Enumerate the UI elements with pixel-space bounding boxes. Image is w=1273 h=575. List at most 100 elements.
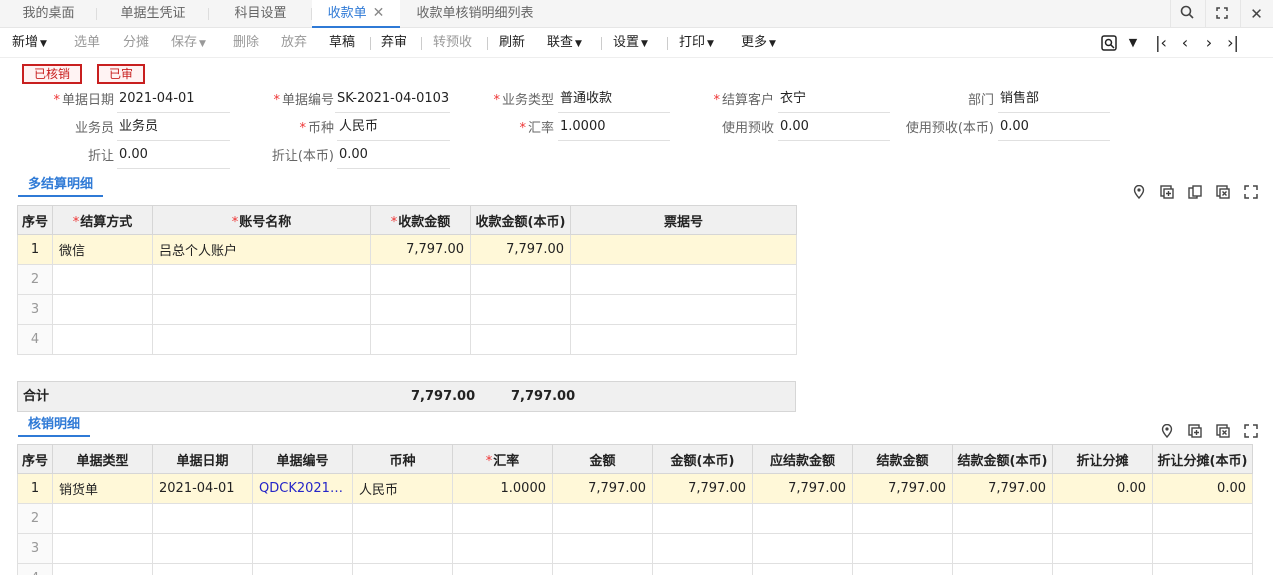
- table-row[interactable]: 4: [17, 324, 797, 355]
- close-icon[interactable]: ✕: [1240, 0, 1272, 28]
- column-header[interactable]: 金额(本币): [652, 444, 753, 474]
- cell[interactable]: [1152, 533, 1253, 564]
- cell-doc-no-link[interactable]: QDCK20210…: [252, 473, 353, 504]
- column-header[interactable]: 金额: [552, 444, 653, 474]
- tab-my-desktop[interactable]: 我的桌面: [0, 0, 97, 28]
- cell[interactable]: [952, 563, 1053, 575]
- cell[interactable]: [152, 533, 253, 564]
- cell[interactable]: [152, 503, 253, 534]
- tab-writeoff-detail[interactable]: 核销明细: [18, 415, 91, 437]
- cell[interactable]: [952, 503, 1053, 534]
- cell[interactable]: [552, 563, 653, 575]
- refresh-button[interactable]: 刷新: [499, 28, 525, 58]
- copy-row-icon[interactable]: [1186, 185, 1204, 203]
- column-header[interactable]: 票据号: [570, 205, 797, 235]
- cell-method[interactable]: [52, 264, 153, 295]
- cell-due[interactable]: 7,797.00: [752, 473, 853, 504]
- settings-button[interactable]: 设置 ▼: [613, 28, 648, 58]
- cell[interactable]: [352, 533, 453, 564]
- table-row[interactable]: 1 销货单 2021-04-01 QDCK20210… 人民币 1.0000 7…: [17, 473, 1253, 504]
- currency-field[interactable]: 人民币: [337, 116, 450, 141]
- cell[interactable]: [852, 563, 953, 575]
- print-button[interactable]: 打印 ▼: [679, 28, 714, 58]
- abandon-button[interactable]: 放弃: [281, 28, 307, 58]
- discount-local-field[interactable]: 0.00: [337, 144, 450, 169]
- dept-field[interactable]: 销售部: [998, 88, 1110, 113]
- cell[interactable]: [552, 503, 653, 534]
- cell[interactable]: [52, 503, 153, 534]
- location-icon[interactable]: [1158, 423, 1176, 442]
- rate-field[interactable]: 1.0000: [558, 116, 670, 141]
- cell-discount[interactable]: 0.00: [1052, 473, 1153, 504]
- cell-doc-type[interactable]: 销货单: [52, 473, 153, 504]
- cell[interactable]: [852, 533, 953, 564]
- cell-account[interactable]: [152, 264, 371, 295]
- cell-doc-date[interactable]: 2021-04-01: [152, 473, 253, 504]
- column-header[interactable]: 结款金额: [852, 444, 953, 474]
- maximize-icon[interactable]: [1205, 0, 1237, 28]
- draft-button[interactable]: 草稿: [329, 28, 355, 58]
- column-header[interactable]: 序号: [17, 444, 53, 474]
- cell[interactable]: [52, 563, 153, 575]
- save-button[interactable]: 保存 ▼: [171, 28, 206, 58]
- salesman-field[interactable]: 业务员: [117, 116, 230, 141]
- cell-amount[interactable]: 7,797.00: [370, 234, 471, 265]
- tab-account-settings[interactable]: 科目设置: [209, 0, 312, 28]
- more-button[interactable]: 更多 ▼: [741, 28, 776, 58]
- cell[interactable]: [1052, 563, 1153, 575]
- tab-receipt-writeoff-list[interactable]: 收款单核销明细列表: [400, 0, 550, 28]
- cell[interactable]: [752, 533, 853, 564]
- cell-method[interactable]: [52, 324, 153, 355]
- column-header[interactable]: 应结款金额: [752, 444, 853, 474]
- cell-amount-local[interactable]: 7,797.00: [652, 473, 753, 504]
- tab-settlement-detail[interactable]: 多结算明细: [18, 175, 104, 197]
- tab-voucher-generation[interactable]: 单据生凭证: [97, 0, 209, 28]
- cell[interactable]: [952, 533, 1053, 564]
- column-header[interactable]: *收款金额: [370, 205, 471, 235]
- cell[interactable]: [252, 503, 353, 534]
- cell-settled[interactable]: 7,797.00: [852, 473, 953, 504]
- cell-rate[interactable]: 1.0000: [452, 473, 553, 504]
- discount-field[interactable]: 0.00: [117, 144, 230, 169]
- new-button[interactable]: 新增 ▼: [12, 28, 47, 58]
- cell-amount[interactable]: [370, 294, 471, 325]
- fullscreen-icon[interactable]: [1242, 185, 1260, 203]
- cell[interactable]: [152, 563, 253, 575]
- column-header[interactable]: 折让分摊: [1052, 444, 1153, 474]
- table-row[interactable]: 1 微信 吕总个人账户 7,797.00 7,797.00: [17, 234, 797, 265]
- doc-no-field[interactable]: SK-2021-04-0103: [335, 88, 450, 113]
- table-row[interactable]: 2: [17, 264, 797, 295]
- cell-bill-no[interactable]: [570, 294, 797, 325]
- cell[interactable]: [1052, 533, 1153, 564]
- column-header[interactable]: *汇率: [452, 444, 553, 474]
- close-icon[interactable]: ✕: [373, 0, 385, 27]
- query-button[interactable]: 联查 ▼: [547, 28, 582, 58]
- customer-field[interactable]: 衣宁: [778, 88, 890, 113]
- cell[interactable]: [652, 563, 753, 575]
- cell[interactable]: [652, 533, 753, 564]
- cell-amount[interactable]: [370, 324, 471, 355]
- column-header[interactable]: 收款金额(本币): [470, 205, 571, 235]
- cell[interactable]: [352, 563, 453, 575]
- cell[interactable]: [752, 563, 853, 575]
- table-row[interactable]: 3: [17, 294, 797, 325]
- column-header[interactable]: *账号名称: [152, 205, 371, 235]
- column-header[interactable]: 结款金额(本币): [952, 444, 1053, 474]
- cell[interactable]: [1052, 503, 1153, 534]
- cell-method[interactable]: 微信: [52, 234, 153, 265]
- cell-discount-local[interactable]: 0.00: [1152, 473, 1253, 504]
- cell[interactable]: [1152, 503, 1253, 534]
- cell[interactable]: [852, 503, 953, 534]
- cell-amount-local[interactable]: 7,797.00: [470, 234, 571, 265]
- fullscreen-icon[interactable]: [1242, 424, 1260, 442]
- cell-currency[interactable]: 人民币: [352, 473, 453, 504]
- column-header[interactable]: 币种: [352, 444, 453, 474]
- column-header[interactable]: 折让分摊(本币): [1152, 444, 1253, 474]
- next-record-icon[interactable]: ›: [1198, 28, 1220, 58]
- cell[interactable]: [252, 563, 353, 575]
- cell[interactable]: [452, 563, 553, 575]
- cell-bill-no[interactable]: [570, 234, 797, 265]
- cell-method[interactable]: [52, 294, 153, 325]
- tab-receipt[interactable]: 收款单 ✕: [312, 0, 400, 28]
- doc-date-field[interactable]: 2021-04-01: [117, 88, 230, 113]
